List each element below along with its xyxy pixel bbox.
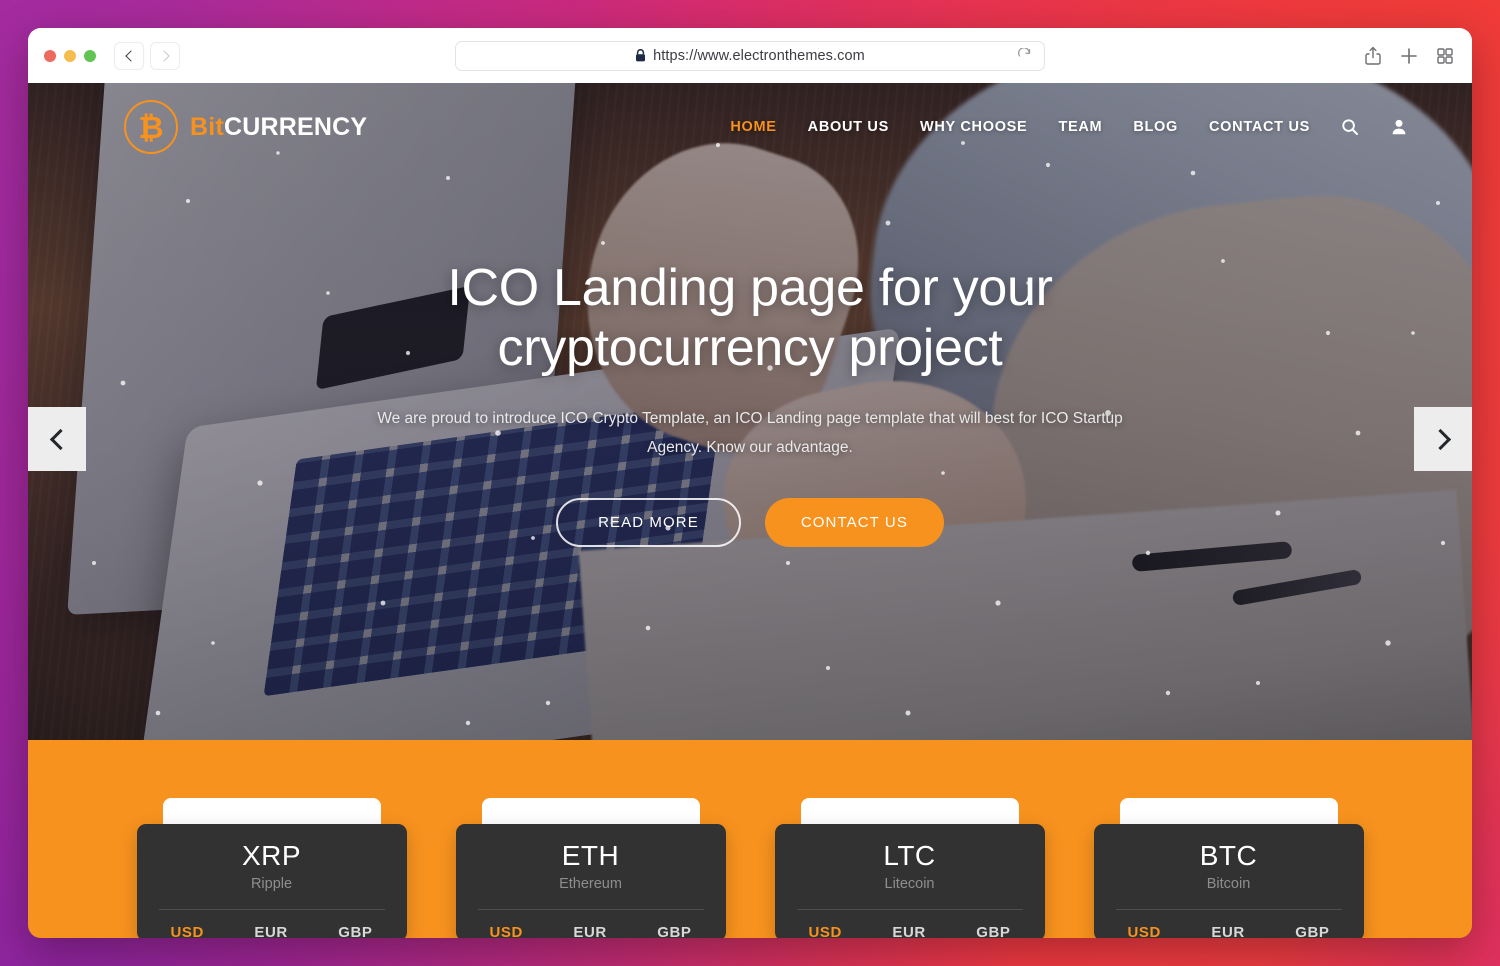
coin-name: Ethereum [559, 876, 622, 892]
reload-icon[interactable] [1017, 48, 1032, 63]
url-text: https://www.electronthemes.com [653, 47, 865, 64]
hero-title: ICO Landing page for your cryptocurrency… [447, 259, 1053, 377]
new-tab-icon[interactable] [1398, 45, 1420, 67]
currency-tab-gbp[interactable]: GBP [338, 924, 372, 938]
coin-name: Litecoin [884, 876, 935, 892]
hero-slider: ₿ BitCURRENCY HOME ABOUT US WHY CHOOSE T… [28, 83, 1472, 740]
chevron-left-icon [124, 49, 137, 62]
currency-tabs: USD EUR GBP [159, 910, 385, 938]
chevron-right-icon [157, 49, 170, 62]
navigation-buttons [114, 41, 180, 70]
lock-icon [636, 49, 646, 62]
currency-tab-eur[interactable]: EUR [892, 924, 925, 938]
currency-tabs: USD EUR GBP [478, 910, 704, 938]
chevron-left-icon [49, 428, 71, 450]
window-controls [44, 49, 96, 62]
crypto-cards-row: XRP Ripple USD EUR GBP ETH Ethereum USD … [28, 798, 1472, 938]
hero-content: ICO Landing page for your cryptocurrency… [28, 258, 1472, 547]
browser-window: https://www.electronthemes.com ₿ BitCURR… [28, 28, 1472, 938]
carousel-next-button[interactable] [1414, 407, 1472, 471]
logo-text-currency: CURRENCY [223, 112, 368, 141]
card-body: LTC Litecoin USD EUR GBP [774, 824, 1045, 938]
card-body: BTC Bitcoin USD EUR GBP [1093, 824, 1364, 938]
crypto-card-eth[interactable]: ETH Ethereum USD EUR GBP [455, 798, 726, 938]
page-viewport: ₿ BitCURRENCY HOME ABOUT US WHY CHOOSE T… [28, 83, 1472, 938]
search-icon[interactable] [1341, 118, 1359, 136]
address-bar[interactable]: https://www.electronthemes.com [455, 40, 1045, 71]
card-body: ETH Ethereum USD EUR GBP [455, 824, 726, 938]
coin-symbol: XRP [241, 840, 302, 871]
toolbar-actions [1362, 45, 1456, 67]
coin-symbol: ETH [561, 840, 620, 871]
nav-item-why-choose[interactable]: WHY CHOOSE [920, 119, 1027, 135]
coin-symbol: LTC [883, 840, 936, 871]
chevron-right-icon [1429, 428, 1451, 450]
hero-buttons: READ MORE CONTACT US [28, 498, 1472, 547]
read-more-button[interactable]: READ MORE [556, 498, 741, 547]
currency-tabs: USD EUR GBP [1116, 910, 1342, 938]
crypto-card-ltc[interactable]: LTC Litecoin USD EUR GBP [774, 798, 1045, 938]
currency-tab-usd[interactable]: USD [171, 924, 204, 938]
currency-tab-eur[interactable]: EUR [1211, 924, 1244, 938]
crypto-card-xrp[interactable]: XRP Ripple USD EUR GBP [136, 798, 407, 938]
currency-tab-eur[interactable]: EUR [254, 924, 287, 938]
share-icon[interactable] [1362, 45, 1384, 67]
tab-overview-icon[interactable] [1434, 45, 1456, 67]
coin-name: Ripple [250, 876, 293, 892]
currency-tab-gbp[interactable]: GBP [1295, 924, 1329, 938]
nav-item-contact-us[interactable]: CONTACT US [1209, 119, 1310, 135]
site-logo[interactable]: ₿ BitCURRENCY [124, 100, 367, 154]
maximize-window-button[interactable] [84, 49, 96, 62]
nav-item-team[interactable]: TEAM [1058, 119, 1102, 135]
bitcoin-logo-icon: ₿ [124, 100, 178, 154]
currency-tabs: USD EUR GBP [797, 910, 1023, 938]
desktop-backdrop: https://www.electronthemes.com ₿ BitCURR… [0, 0, 1500, 966]
close-window-button[interactable] [44, 49, 56, 62]
currency-tab-usd[interactable]: USD [1128, 924, 1161, 938]
site-header: ₿ BitCURRENCY HOME ABOUT US WHY CHOOSE T… [28, 83, 1472, 171]
carousel-prev-button[interactable] [28, 407, 86, 471]
card-body: XRP Ripple USD EUR GBP [136, 824, 407, 938]
coin-name: Bitcoin [1206, 876, 1251, 892]
currency-tab-eur[interactable]: EUR [573, 924, 606, 938]
nav-item-about-us[interactable]: ABOUT US [808, 119, 889, 135]
currency-tab-gbp[interactable]: GBP [657, 924, 691, 938]
logo-text-bit: Bit [190, 112, 224, 141]
minimize-window-button[interactable] [64, 49, 76, 62]
browser-toolbar: https://www.electronthemes.com [28, 28, 1472, 83]
crypto-card-btc[interactable]: BTC Bitcoin USD EUR GBP [1093, 798, 1364, 938]
back-button[interactable] [114, 41, 144, 70]
coin-symbol: BTC [1199, 840, 1258, 871]
logo-text: BitCURRENCY [190, 113, 367, 142]
currency-tab-usd[interactable]: USD [809, 924, 842, 938]
main-navigation: HOME ABOUT US WHY CHOOSE TEAM BLOG CONTA… [730, 118, 1408, 136]
nav-item-home[interactable]: HOME [730, 119, 776, 135]
currency-tab-usd[interactable]: USD [490, 924, 523, 938]
contact-us-button[interactable]: CONTACT US [764, 498, 944, 547]
crypto-price-section: XRP Ripple USD EUR GBP ETH Ethereum USD … [28, 740, 1472, 938]
hero-subtitle: We are proud to introduce ICO Crypto Tem… [377, 410, 1123, 456]
currency-tab-gbp[interactable]: GBP [976, 924, 1010, 938]
user-account-icon[interactable] [1390, 118, 1408, 136]
forward-button[interactable] [150, 41, 180, 70]
nav-item-blog[interactable]: BLOG [1133, 119, 1178, 135]
